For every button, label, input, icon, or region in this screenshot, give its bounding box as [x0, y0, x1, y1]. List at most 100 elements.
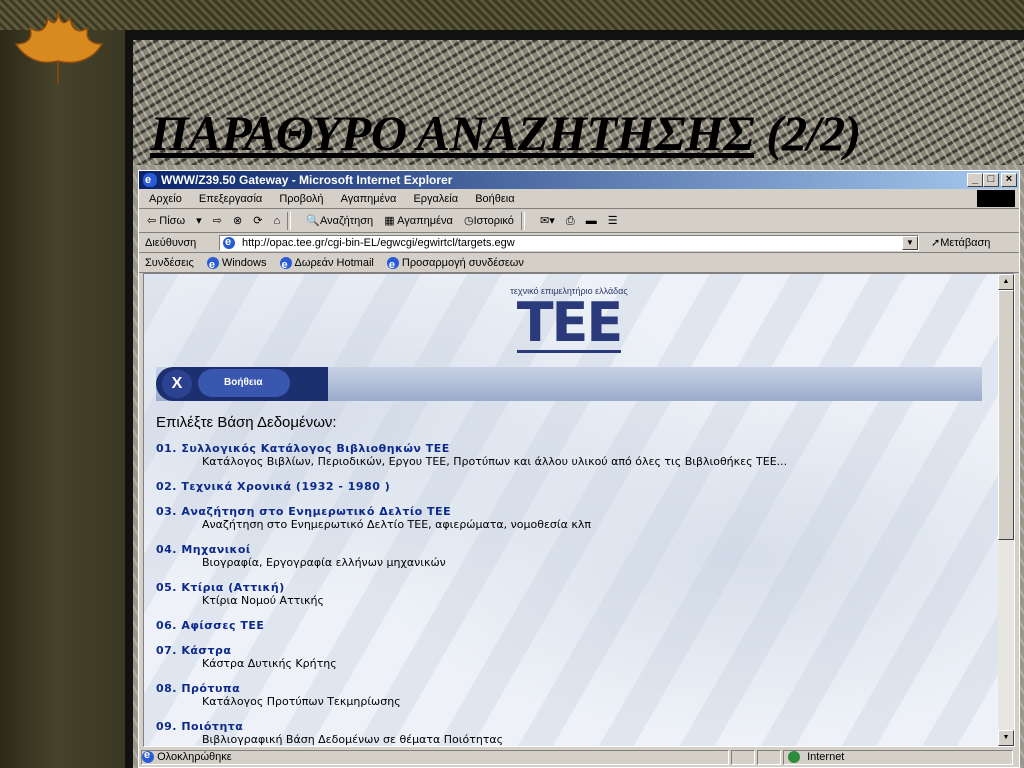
- go-label: Μετάβαση: [940, 237, 991, 249]
- stop-icon[interactable]: ⊗: [233, 209, 242, 233]
- window-titlebar[interactable]: WWW/Z39.50 Gateway - Microsoft Internet …: [139, 171, 1019, 189]
- search-label: Αναζήτηση: [320, 215, 374, 227]
- database-description: Βιογραφία, Εργογραφία ελλήνων μηχανικών: [202, 556, 446, 569]
- link-hotmail[interactable]: Δωρεάν Hotmail: [279, 255, 374, 275]
- windows-logo-icon: [977, 190, 1015, 207]
- link-customize[interactable]: Προσαρμογή συνδέσεων: [386, 255, 524, 275]
- address-label: Διεύθυνση: [145, 237, 197, 249]
- maximize-button[interactable]: □: [983, 173, 999, 187]
- list-item: 03. Αναζήτηση στο Ενημερωτικό Δελτίο ΤΕΕ…: [156, 505, 976, 531]
- database-link[interactable]: 04. Μηχανικοί: [156, 543, 976, 556]
- maple-leaf-icon: [14, 9, 104, 84]
- database-link[interactable]: 03. Αναζήτηση στο Ενημερωτικό Δελτίο ΤΕΕ: [156, 505, 976, 518]
- refresh-icon[interactable]: ⟳: [253, 209, 262, 233]
- database-link[interactable]: 07. Κάστρα: [156, 644, 976, 657]
- back-dropdown-icon[interactable]: ▾: [196, 209, 202, 233]
- database-description: Κτίρια Νομού Αττικής: [202, 594, 324, 607]
- link-windows[interactable]: Windows: [206, 255, 267, 275]
- list-item: 02. Τεχνικά Χρονικά (1932 - 1980 ): [156, 480, 976, 493]
- slide-top-band: [0, 0, 1024, 30]
- search-button[interactable]: 🔍Αναζήτηση: [306, 209, 373, 233]
- slide-left-strip: [0, 0, 125, 768]
- status-cell-2: [757, 750, 781, 765]
- back-button[interactable]: ⇦ Πίσω: [147, 209, 185, 233]
- page-done-icon: [142, 749, 154, 764]
- link-icon: [279, 255, 292, 275]
- toolbar-separator: [287, 212, 292, 231]
- menu-help[interactable]: Βοήθεια: [475, 193, 514, 205]
- help-button[interactable]: Βοήθεια: [198, 369, 290, 397]
- database-link[interactable]: 08. Πρότυπα: [156, 682, 976, 695]
- print-icon[interactable]: ⎙: [566, 209, 575, 233]
- list-item: 05. Κτίρια (Αττική) Κτίρια Νομού Αττικής: [156, 581, 976, 607]
- database-description: Αναζήτηση στο Ενημερωτικό Δελτίο ΤΕΕ, αφ…: [202, 518, 591, 531]
- favorites-label: Αγαπημένα: [397, 215, 453, 227]
- vertical-scrollbar[interactable]: ▲ ▼: [998, 274, 1014, 746]
- database-link[interactable]: 02. Τεχνικά Χρονικά (1932 - 1980 ): [156, 480, 976, 493]
- favorites-icon: ▦: [384, 215, 395, 227]
- database-link[interactable]: 09. Ποιότητα: [156, 720, 976, 733]
- nav-banner: X Βοήθεια: [156, 367, 982, 401]
- favorites-button[interactable]: ▦ Αγαπημένα: [384, 209, 453, 233]
- history-label: Ιστορικό: [473, 215, 514, 227]
- link-icon: [386, 255, 399, 275]
- go-button[interactable]: ➚Μετάβαση: [931, 233, 990, 253]
- status-text-cell: Ολοκληρώθηκε: [141, 749, 729, 765]
- link-icon: [206, 255, 219, 275]
- database-link[interactable]: 01. Συλλογικός Κατάλογος Βιβλιοθηκών ΤΕΕ: [156, 442, 976, 455]
- address-bar: Διεύθυνση http://opac.tee.gr/cgi-bin-EL/…: [139, 233, 1019, 253]
- toolbar: ⇦ Πίσω ▾ ⇨ ⊗ ⟳ ⌂ 🔍Αναζήτηση ▦ Αγαπημένα …: [139, 209, 1019, 233]
- tee-logo: τεχνικό επιμελητήριο ελλάδας ΤΕΕ: [484, 286, 654, 356]
- scroll-thumb[interactable]: [998, 290, 1014, 540]
- menu-tools[interactable]: Εργαλεία: [413, 193, 458, 205]
- globe-icon: [788, 751, 800, 764]
- close-button[interactable]: ×: [1001, 173, 1017, 187]
- database-description: Κάστρα Δυτικής Κρήτης: [202, 657, 337, 670]
- database-heading: Επιλέξτε Βάση Δεδομένων:: [156, 414, 337, 431]
- logo-mark: ΤΕΕ: [516, 291, 623, 354]
- links-label: Συνδέσεις: [145, 257, 194, 269]
- database-link[interactable]: 06. Αφίσσες ΤΕΕ: [156, 619, 976, 632]
- menu-file[interactable]: Αρχείο: [149, 193, 182, 205]
- address-url: http://opac.tee.gr/cgi-bin-EL/egwcgi/egw…: [242, 237, 515, 249]
- menu-bar: Αρχείο Επεξεργασία Προβολή Αγαπημένα Εργ…: [139, 189, 1019, 209]
- menu-favorites[interactable]: Αγαπημένα: [341, 193, 397, 205]
- page-viewport: τεχνικό επιμελητήριο ελλάδας ΤΕΕ X Βοήθε…: [143, 273, 1015, 747]
- menu-edit[interactable]: Επεξεργασία: [199, 193, 262, 205]
- slide-title-main: ΠΑΡΑΘΥΡΟ ΑΝΑΖΗΤΗΣΗΣ: [150, 105, 755, 161]
- home-icon[interactable]: ⌂: [274, 209, 281, 233]
- mail-icon[interactable]: ✉▾: [540, 209, 555, 233]
- database-description: Κατάλογος Προτύπων Τεκμηρίωσης: [202, 695, 401, 708]
- address-dropdown-icon[interactable]: ▼: [902, 236, 918, 250]
- links-bar: Συνδέσεις Windows Δωρεάν Hotmail Προσαρμ…: [139, 253, 1019, 275]
- scroll-up-icon[interactable]: ▲: [998, 274, 1014, 290]
- link-customize-label: Προσαρμογή συνδέσεων: [401, 257, 524, 269]
- forward-button[interactable]: ⇨: [213, 209, 222, 233]
- security-zone: Internet: [807, 751, 845, 763]
- minimize-button[interactable]: _: [967, 173, 983, 187]
- scroll-down-icon[interactable]: ▼: [998, 730, 1014, 746]
- close-icon[interactable]: X: [162, 370, 192, 398]
- history-button[interactable]: ◷Ιστορικό: [464, 209, 514, 233]
- edit-icon[interactable]: ▬: [586, 209, 597, 233]
- help-bar: X Βοήθεια: [156, 367, 328, 401]
- list-item: 01. Συλλογικός Κατάλογος Βιβλιοθηκών ΤΕΕ…: [156, 442, 976, 468]
- history-icon: ◷: [463, 215, 474, 227]
- slide-title-suffix: (2/2): [754, 105, 861, 161]
- ie-icon: [143, 171, 157, 189]
- address-input[interactable]: http://opac.tee.gr/cgi-bin-EL/egwcgi/egw…: [219, 235, 919, 251]
- window-title: WWW/Z39.50 Gateway - Microsoft Internet …: [161, 173, 453, 187]
- browser-window: WWW/Z39.50 Gateway - Microsoft Internet …: [138, 170, 1020, 768]
- list-item: 07. Κάστρα Κάστρα Δυτικής Κρήτης: [156, 644, 976, 670]
- list-item: 04. Μηχανικοί Βιογραφία, Εργογραφία ελλή…: [156, 543, 976, 569]
- menu-view[interactable]: Προβολή: [279, 193, 323, 205]
- database-list: 01. Συλλογικός Κατάλογος Βιβλιοθηκών ΤΕΕ…: [156, 442, 976, 746]
- security-zone-cell: Internet: [783, 750, 1013, 765]
- go-arrow-icon: ➚: [931, 237, 941, 249]
- slide-title: ΠΑΡΑΘΥΡΟ ΑΝΑΖΗΤΗΣΗΣ (2/2): [150, 104, 861, 162]
- link-windows-label: Windows: [221, 257, 267, 269]
- discuss-icon[interactable]: ☰: [608, 209, 618, 233]
- status-cell-1: [731, 750, 755, 765]
- list-item: 06. Αφίσσες ΤΕΕ: [156, 619, 976, 632]
- database-link[interactable]: 05. Κτίρια (Αττική): [156, 581, 976, 594]
